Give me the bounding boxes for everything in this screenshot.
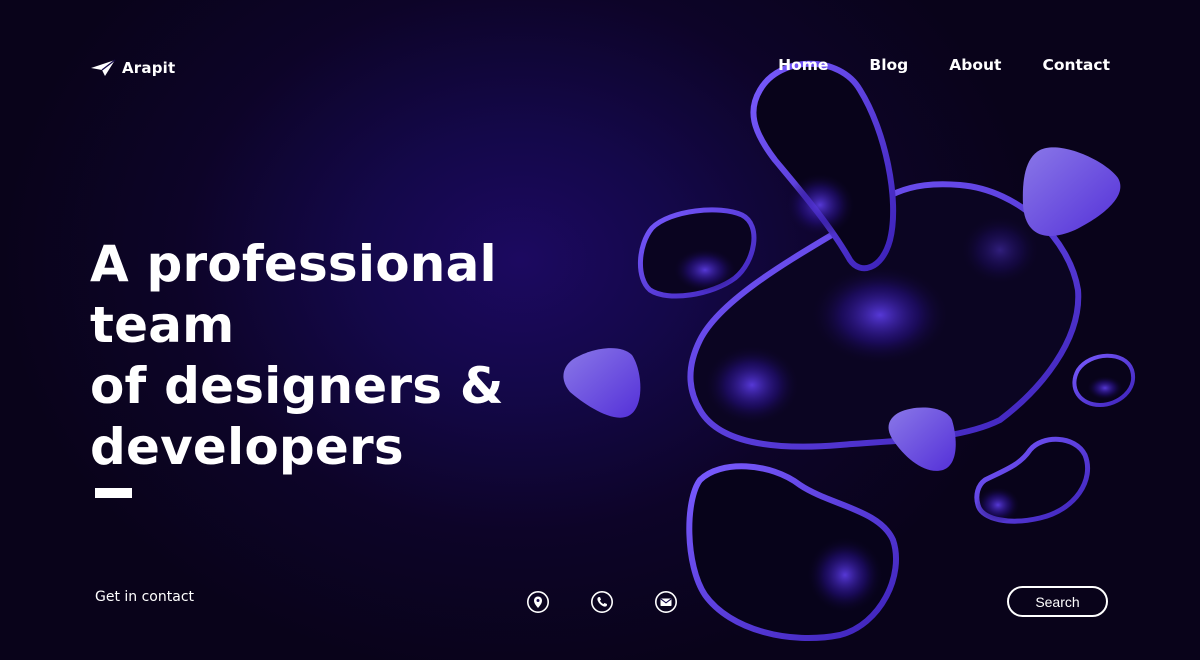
paper-plane-icon (90, 59, 116, 77)
mail-icon[interactable] (654, 590, 678, 614)
location-pin-icon[interactable] (526, 590, 550, 614)
contact-icons (526, 590, 678, 614)
triangle-shape-top-right (1022, 147, 1121, 237)
hero-line-1: A professional team (90, 235, 497, 354)
landing-page: Arapit Home Blog About Contact A profess… (0, 0, 1200, 660)
hero-line-2: of designers & (90, 357, 504, 415)
hero-line-3: developers (90, 418, 404, 476)
nav-home[interactable]: Home (778, 56, 828, 74)
nav-contact[interactable]: Contact (1042, 56, 1110, 74)
left-blob (637, 207, 757, 299)
phone-icon[interactable] (590, 590, 614, 614)
bottom-blob (686, 463, 900, 641)
hero-headline: A professional team of designers & devel… (90, 234, 650, 478)
brand-name: Arapit (122, 59, 176, 77)
right-blob-medium (974, 436, 1091, 524)
nav-about[interactable]: About (949, 56, 1001, 74)
brand-logo[interactable]: Arapit (90, 57, 175, 79)
accent-bar (95, 488, 132, 498)
nav-blog[interactable]: Blog (869, 56, 908, 74)
right-blob-small (1072, 353, 1136, 408)
search-button[interactable]: Search (1007, 586, 1108, 617)
main-nav: Home Blog About Contact (778, 56, 1110, 74)
get-in-contact-link[interactable]: Get in contact (95, 589, 194, 605)
triangle-shape-center (888, 407, 956, 471)
